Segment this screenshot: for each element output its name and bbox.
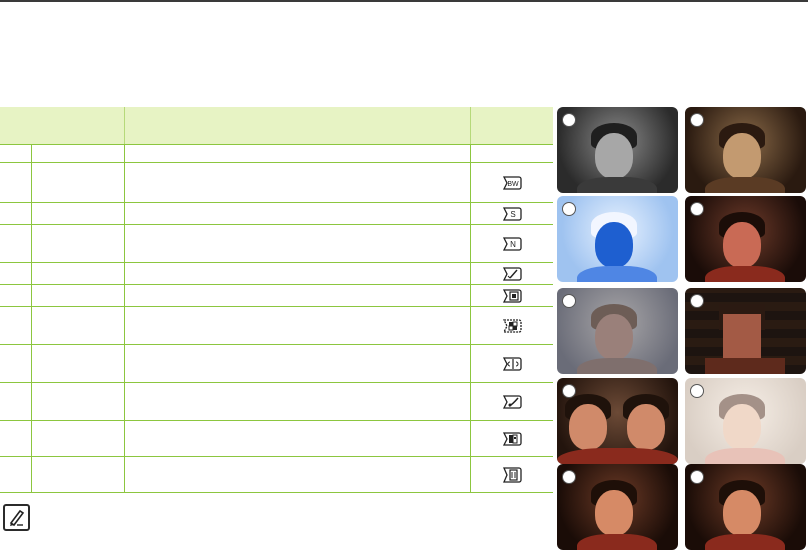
negative-icon: N xyxy=(502,236,522,251)
row-icon-cell xyxy=(469,144,553,163)
row-icon-cell xyxy=(469,382,553,421)
row-contents-cell xyxy=(123,344,470,383)
mosaic-icon xyxy=(502,318,522,333)
top-rule xyxy=(0,0,808,2)
vintage-icon xyxy=(502,466,522,483)
effects-table: BW S N xyxy=(0,107,553,493)
svg-text:BW: BW xyxy=(507,181,519,188)
row-number-cell xyxy=(0,345,31,383)
thumbnail-badge xyxy=(562,202,576,216)
thumbnail-badge xyxy=(690,294,704,308)
effect-thumbnail-emboss xyxy=(557,288,678,374)
row-number-cell xyxy=(0,285,31,307)
thumbnail-badge xyxy=(562,384,576,398)
sepia-icon: S xyxy=(502,206,522,221)
row-contents-cell xyxy=(123,162,470,203)
row-number-cell xyxy=(0,163,31,203)
row-contents-cell xyxy=(123,262,470,285)
row-item-cell xyxy=(30,420,124,457)
row-item-cell xyxy=(30,202,124,225)
effect-thumbnail-mosaic xyxy=(685,288,806,374)
row-number-cell xyxy=(0,203,31,225)
thumbnail-badge xyxy=(690,202,704,216)
row-number-cell xyxy=(0,225,31,263)
row-contents-cell xyxy=(123,144,470,163)
row-item-cell xyxy=(30,224,124,263)
table-header-row xyxy=(0,107,553,145)
row-icon-cell xyxy=(469,262,553,285)
effect-thumbnail-normal-2 xyxy=(685,464,806,550)
art-icon xyxy=(502,266,522,281)
row-number-cell xyxy=(0,457,31,493)
thumbnail-badge xyxy=(690,470,704,484)
row-item-cell xyxy=(30,284,124,307)
thumbnail-badge xyxy=(562,113,576,127)
dual-icon xyxy=(502,431,522,446)
row-number-cell xyxy=(0,307,31,345)
thumbnail-badge xyxy=(690,113,704,127)
table-row xyxy=(0,344,553,383)
row-contents-cell xyxy=(123,224,470,263)
mirror-icon xyxy=(502,356,522,371)
row-item-cell xyxy=(30,344,124,383)
row-number-cell xyxy=(0,145,31,163)
table-row xyxy=(0,144,553,163)
svg-text:S: S xyxy=(510,210,515,219)
row-contents-cell xyxy=(123,284,470,307)
row-item-cell xyxy=(30,382,124,421)
effect-thumbnail-negative xyxy=(557,196,678,282)
row-number-cell xyxy=(0,383,31,421)
effect-thumbnail-normal-1 xyxy=(557,464,678,550)
row-contents-cell xyxy=(123,420,470,457)
row-item-cell xyxy=(30,456,124,493)
row-icon-cell: BW xyxy=(469,162,553,203)
thumbnail-badge xyxy=(690,384,704,398)
table-row xyxy=(0,456,553,493)
row-icon-cell: S xyxy=(469,202,553,225)
table-row: N xyxy=(0,224,553,263)
note-pencil-icon xyxy=(3,504,30,531)
effect-thumbnail-sepia xyxy=(685,107,806,193)
row-item-cell xyxy=(30,262,124,285)
header-cell-contents xyxy=(123,107,470,145)
pastel-icon xyxy=(502,394,522,409)
table-row xyxy=(0,262,553,285)
table-row xyxy=(0,306,553,345)
row-icon-cell: N xyxy=(469,224,553,263)
row-contents-cell xyxy=(123,202,470,225)
row-contents-cell xyxy=(123,382,470,421)
header-cell-item xyxy=(0,107,124,145)
effect-thumbnail-art xyxy=(685,196,806,282)
table-row xyxy=(0,284,553,307)
effect-thumbnail-pastel xyxy=(685,378,806,464)
bw-icon: BW xyxy=(502,175,522,190)
effect-thumbnail-mirror xyxy=(557,378,678,464)
row-icon-cell xyxy=(469,456,553,493)
row-number-cell xyxy=(0,421,31,457)
row-contents-cell xyxy=(123,456,470,493)
table-row xyxy=(0,382,553,421)
svg-text:N: N xyxy=(510,240,516,249)
row-item-cell xyxy=(30,144,124,163)
header-cell-osd xyxy=(469,107,553,145)
table-row xyxy=(0,420,553,457)
thumbnail-badge xyxy=(562,294,576,308)
row-item-cell xyxy=(30,162,124,203)
effect-thumbnail-bw xyxy=(557,107,678,193)
row-number-cell xyxy=(0,263,31,285)
row-icon-cell xyxy=(469,344,553,383)
row-icon-cell xyxy=(469,420,553,457)
row-item-cell xyxy=(30,306,124,345)
table-row: S xyxy=(0,202,553,225)
row-contents-cell xyxy=(123,306,470,345)
row-icon-cell xyxy=(469,306,553,345)
thumbnail-badge xyxy=(562,470,576,484)
row-icon-cell xyxy=(469,284,553,307)
emboss-icon xyxy=(502,288,522,303)
table-row: BW xyxy=(0,162,553,203)
